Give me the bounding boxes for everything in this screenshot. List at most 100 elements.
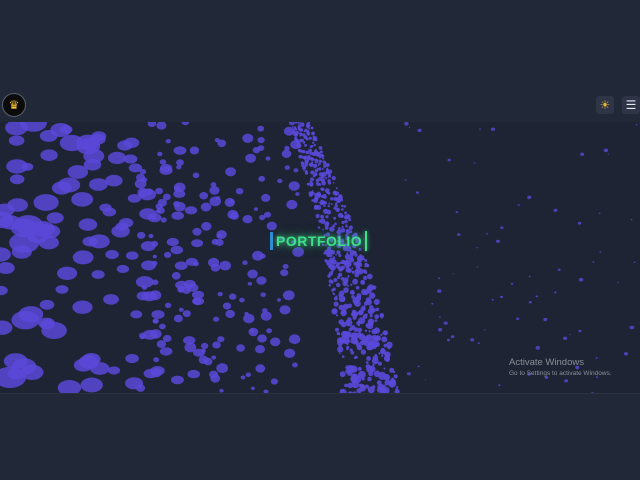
particle: [265, 156, 271, 161]
theme-toggle-button[interactable]: ☀: [596, 96, 614, 114]
particle: [20, 364, 44, 380]
particle: [99, 203, 112, 212]
menu-button[interactable]: ☰: [622, 96, 640, 114]
particle: [176, 159, 184, 166]
particle: [335, 327, 339, 332]
site-logo[interactable]: ♛: [2, 93, 26, 117]
particle: [368, 330, 371, 333]
particle: [192, 172, 200, 179]
particle: [378, 352, 381, 355]
particle: [415, 191, 419, 194]
particle: [517, 204, 520, 206]
particle: [227, 209, 239, 220]
particle: [373, 327, 380, 334]
particle: [170, 375, 184, 385]
particle: [455, 211, 459, 214]
particle: [510, 282, 514, 285]
particle: [216, 363, 229, 374]
particle: [347, 275, 350, 277]
particle: [476, 247, 479, 249]
particle: [316, 159, 319, 162]
particle: [328, 171, 331, 174]
particle: [314, 168, 319, 173]
particle: [347, 268, 352, 273]
particle: [477, 342, 480, 344]
particle: [125, 353, 139, 364]
particle: [374, 314, 380, 320]
particle: [366, 322, 374, 330]
particle: [148, 233, 154, 239]
particle: [335, 254, 337, 256]
particle: [328, 284, 332, 287]
particle: [13, 215, 43, 235]
particle: [152, 318, 159, 324]
particle: [107, 366, 121, 375]
particle: [308, 127, 311, 130]
particle: [312, 158, 315, 161]
particle: [217, 291, 223, 297]
particle: [326, 169, 330, 172]
particle: [157, 151, 163, 157]
particle: [201, 221, 212, 231]
particle: [306, 122, 310, 126]
particle: [336, 200, 340, 204]
particle: [39, 130, 58, 142]
particle: [607, 153, 609, 155]
particle: [334, 204, 338, 208]
particle: [452, 273, 454, 275]
particle: [174, 201, 186, 212]
particle: [342, 337, 350, 345]
particle: [151, 310, 165, 319]
particle: [219, 260, 231, 271]
particle: [159, 323, 166, 330]
particle: [282, 264, 289, 269]
top-navigation-bar: [0, 92, 640, 122]
particle: [156, 340, 167, 349]
particle: [332, 292, 336, 296]
particle: [356, 311, 359, 315]
particle: [358, 317, 366, 325]
particle: [592, 261, 595, 263]
particle: [369, 314, 373, 318]
particle: [117, 140, 133, 151]
particle: [336, 331, 340, 336]
particle: [325, 215, 329, 219]
particle: [338, 194, 343, 199]
particle: [333, 278, 338, 282]
particle: [171, 272, 181, 280]
particle: [288, 181, 300, 191]
particle: [633, 261, 636, 263]
particle: [431, 302, 434, 305]
particle: [282, 290, 295, 301]
particle: [0, 285, 8, 296]
particle: [260, 292, 267, 298]
particle: [309, 192, 314, 196]
particle: [153, 357, 160, 363]
particle: [178, 288, 184, 293]
particle: [361, 305, 366, 310]
particle: [313, 197, 318, 202]
particle: [279, 305, 291, 315]
particle: [336, 314, 339, 317]
particle: [578, 277, 584, 282]
particle: [173, 146, 187, 155]
particle: [377, 361, 382, 366]
particle: [341, 297, 346, 302]
particle: [447, 158, 451, 162]
particle: [159, 159, 167, 165]
particle: [351, 295, 355, 299]
particle: [355, 285, 360, 290]
particle: [557, 268, 561, 271]
particle: [383, 374, 391, 381]
particle: [83, 158, 102, 171]
particle: [193, 261, 199, 267]
particle: [439, 316, 441, 318]
particle: [340, 277, 345, 281]
particle: [318, 162, 321, 165]
particle: [165, 139, 171, 144]
particle: [535, 295, 539, 298]
particle: [496, 239, 500, 243]
particle: [210, 182, 217, 188]
particle: [357, 366, 362, 371]
particle: [210, 263, 221, 272]
